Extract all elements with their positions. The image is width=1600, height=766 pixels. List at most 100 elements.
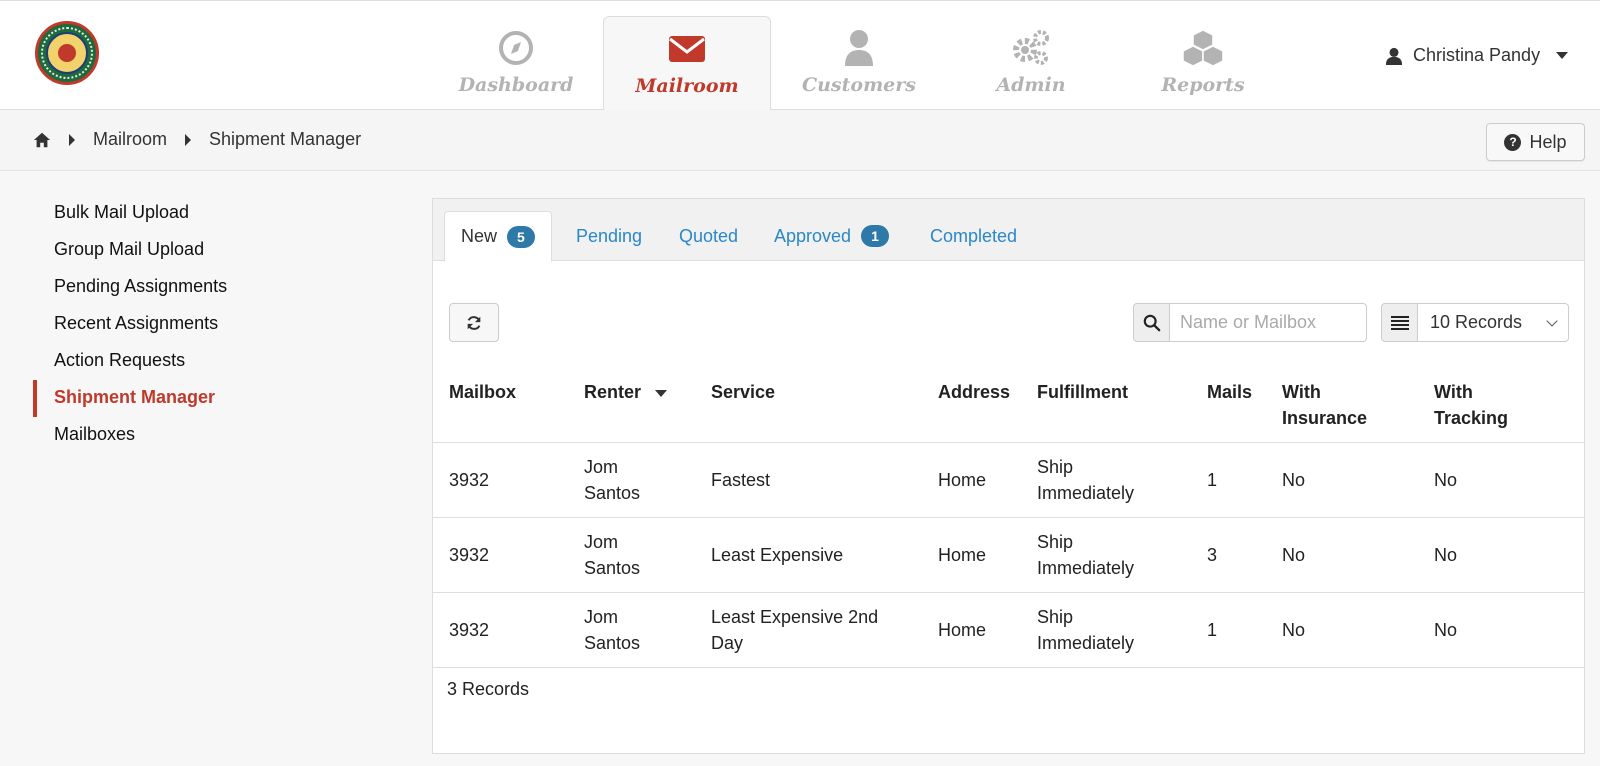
sidebar-item-action-requests[interactable]: Action Requests (33, 343, 393, 380)
tab-quoted[interactable]: Quoted (663, 211, 754, 261)
logo-inner (46, 32, 88, 74)
help-label: Help (1529, 131, 1567, 152)
nav-tab-mailroom[interactable]: Mailroom (603, 16, 771, 112)
table-row[interactable]: 3932 Jom Santos Least Expensive Home Shi… (433, 517, 1584, 593)
cell-fulfillment: Ship Immediately (1021, 442, 1191, 518)
search-group (1133, 303, 1367, 342)
search-addon (1133, 303, 1170, 342)
user-name: Christina Pandy (1413, 45, 1541, 65)
search-icon (1143, 314, 1160, 331)
records-addon (1381, 303, 1418, 342)
column-header-renter[interactable]: Renter (568, 365, 695, 443)
nav-tab-label: Mailroom (635, 75, 739, 97)
table-header-row: Mailbox Renter Service Address Fulfillme… (433, 365, 1584, 443)
cell-with-insurance: No (1266, 592, 1418, 668)
top-navbar: Dashboard Mailroom Customers Admin Repor… (0, 0, 1600, 112)
count-badge: 5 (507, 225, 535, 248)
nav-tab-label: Dashboard (458, 74, 574, 96)
breadcrumb-separator-icon (69, 133, 75, 146)
sidebar: Bulk Mail Upload Group Mail Upload Pendi… (33, 195, 393, 454)
count-badge: 1 (861, 225, 889, 247)
refresh-button[interactable] (449, 303, 499, 342)
question-circle-icon: ? (1504, 133, 1522, 151)
cell-mails: 3 (1191, 517, 1266, 593)
cell-address: Home (922, 517, 1021, 593)
tab-pending[interactable]: Pending (560, 211, 658, 261)
breadcrumb-item-mailroom[interactable]: Mailroom (93, 129, 167, 150)
tab-label: New (461, 226, 498, 246)
compass-icon (499, 31, 533, 65)
cell-renter: Jom Santos (568, 592, 695, 668)
nav-tab-dashboard[interactable]: Dashboard (432, 16, 600, 111)
cell-address: Home (922, 592, 1021, 668)
sort-desc-icon (655, 389, 668, 397)
cell-mailbox: 3932 (433, 517, 568, 593)
column-header-service[interactable]: Service (695, 365, 922, 443)
cell-fulfillment: Ship Immediately (1021, 517, 1191, 593)
shipment-panel: New 5 Pending Quoted Approved 1 Complete… (432, 198, 1585, 754)
tab-new[interactable]: New 5 (444, 211, 552, 262)
breadcrumb: Mailroom Shipment Manager (33, 129, 379, 150)
envelope-icon (669, 36, 705, 62)
gears-icon (1013, 30, 1049, 65)
cell-mails: 1 (1191, 592, 1266, 668)
logo-mascot (58, 44, 76, 62)
cell-renter: Jom Santos (568, 442, 695, 518)
breadcrumb-item-shipment-manager: Shipment Manager (209, 129, 362, 149)
table-row[interactable]: 3932 Jom Santos Fastest Home Ship Immedi… (433, 442, 1584, 518)
column-header-address[interactable]: Address (922, 365, 1021, 443)
column-header-with-tracking[interactable]: With Tracking (1418, 365, 1584, 443)
records-select-value: 10 Records (1430, 312, 1523, 332)
cell-mails: 1 (1191, 442, 1266, 518)
search-input[interactable] (1170, 303, 1367, 342)
records-select[interactable]: 10 Records (1418, 303, 1569, 342)
column-header-fulfillment[interactable]: Fulfillment (1021, 365, 1191, 443)
sidebar-item-group-mail-upload[interactable]: Group Mail Upload (33, 232, 393, 269)
nav-tab-customers[interactable]: Customers (775, 16, 943, 111)
user-icon (1385, 47, 1403, 65)
tab-approved[interactable]: Approved 1 (758, 211, 905, 261)
cell-renter: Jom Santos (568, 517, 695, 593)
sidebar-item-bulk-mail-upload[interactable]: Bulk Mail Upload (33, 195, 393, 232)
futuramail-logo[interactable] (35, 21, 99, 85)
cell-with-insurance: No (1266, 442, 1418, 518)
help-button[interactable]: ? Help (1486, 123, 1585, 161)
column-header-mails[interactable]: Mails (1191, 365, 1266, 443)
breadcrumb-separator-icon (185, 133, 192, 146)
sidebar-item-pending-assignments[interactable]: Pending Assignments (33, 269, 393, 306)
user-icon (845, 30, 873, 66)
table-row[interactable]: 3932 Jom Santos Least Expensive 2nd Day … (433, 592, 1584, 668)
refresh-icon (467, 315, 481, 330)
nav-tab-admin[interactable]: Admin (947, 16, 1115, 111)
status-tabs: New 5 Pending Quoted Approved 1 Complete… (433, 199, 1584, 262)
user-menu[interactable]: Christina Pandy (1385, 45, 1569, 66)
list-icon (1390, 315, 1409, 330)
nav-tab-reports[interactable]: Reports (1119, 16, 1287, 111)
tab-completed[interactable]: Completed (914, 211, 1033, 261)
nav-tab-label: Admin (996, 74, 1066, 96)
tab-label: Quoted (679, 225, 739, 246)
column-header-mailbox[interactable]: Mailbox (433, 365, 568, 443)
shipments-table: Mailbox Renter Service Address Fulfillme… (433, 365, 1584, 668)
column-header-with-insurance[interactable]: With Insurance (1266, 365, 1418, 443)
sidebar-item-recent-assignments[interactable]: Recent Assignments (33, 306, 393, 343)
home-icon[interactable] (33, 131, 51, 149)
cell-mailbox: 3932 (433, 592, 568, 668)
cubes-icon (1183, 29, 1223, 67)
cell-mailbox: 3932 (433, 442, 568, 518)
records-per-page: 10 Records (1381, 303, 1569, 342)
chevron-down-icon (1556, 52, 1569, 59)
cell-service: Least Expensive 2nd Day (695, 592, 922, 668)
tab-label: Pending (576, 225, 643, 246)
cell-with-tracking: No (1418, 517, 1584, 593)
cell-with-insurance: No (1266, 517, 1418, 593)
cell-with-tracking: No (1418, 442, 1584, 518)
records-count: 3 Records (447, 679, 530, 699)
nav-tab-label: Customers (802, 74, 916, 96)
tab-label: Approved (774, 225, 852, 246)
breadcrumb-bar: Mailroom Shipment Manager ? Help (0, 110, 1600, 171)
sidebar-item-mailboxes[interactable]: Mailboxes (33, 417, 393, 454)
chevron-down-icon (1546, 314, 1558, 327)
cell-with-tracking: No (1418, 592, 1584, 668)
sidebar-item-shipment-manager[interactable]: Shipment Manager (33, 380, 393, 417)
